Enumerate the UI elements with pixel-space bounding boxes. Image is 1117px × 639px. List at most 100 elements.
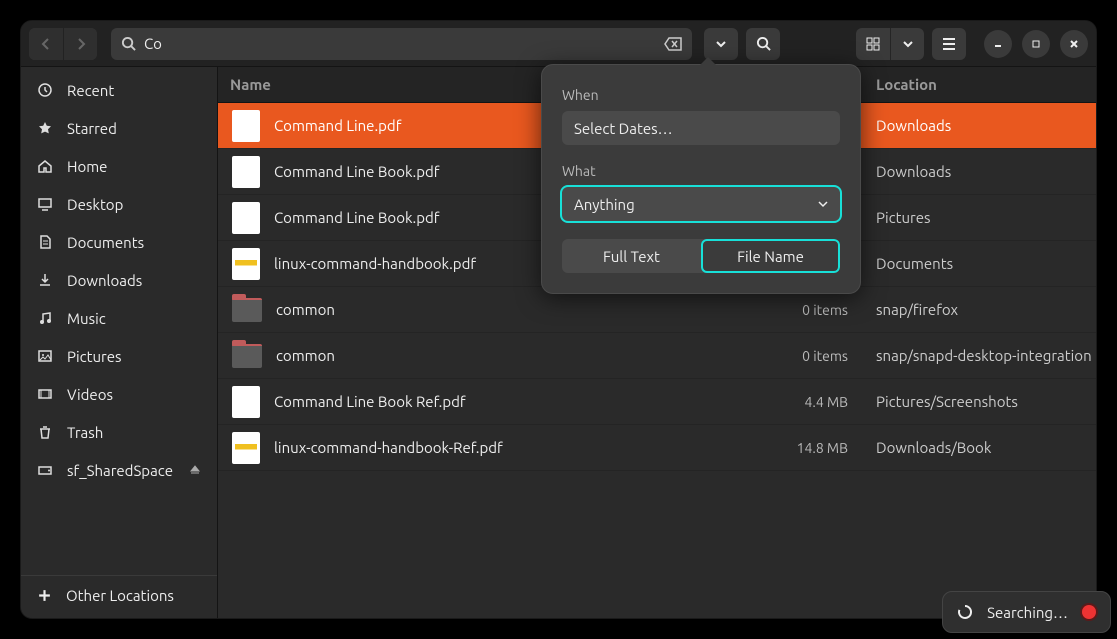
sidebar-item-label: Trash: [67, 424, 103, 441]
sidebar-item-documents[interactable]: Documents: [21, 223, 217, 261]
file-size: 4.4 MB: [782, 394, 864, 410]
when-value: Select Dates…: [574, 120, 673, 137]
sidebar-item-sf-sharedspace[interactable]: sf_SharedSpace: [21, 451, 217, 489]
file-location: Pictures/Screenshots: [864, 393, 1096, 410]
documents-icon: [37, 234, 53, 250]
file-row[interactable]: linux-command-handbook-Ref.pdf14.8 MBDow…: [218, 425, 1096, 471]
sidebar-item-trash[interactable]: Trash: [21, 413, 217, 451]
file-thumbnail: [232, 344, 262, 368]
minimize-button[interactable]: [984, 30, 1012, 58]
chevron-down-icon: [818, 199, 828, 209]
sidebar-item-label: Pictures: [67, 348, 122, 365]
file-location: snap/firefox: [864, 301, 1096, 318]
close-icon: [1069, 39, 1079, 49]
sidebar: Recent Starred Home Desktop Documents Downloa…: [21, 67, 218, 618]
hamburger-icon: [942, 38, 956, 50]
sidebar-item-label: Other Locations: [66, 587, 174, 604]
back-button[interactable]: [29, 28, 63, 60]
maximize-button[interactable]: [1022, 30, 1050, 58]
sidebar-item-videos[interactable]: Videos: [21, 375, 217, 413]
sidebar-item-pictures[interactable]: Pictures: [21, 337, 217, 375]
chevron-right-icon: [75, 38, 87, 50]
sidebar-item-downloads[interactable]: Downloads: [21, 261, 217, 299]
spinner-icon: [957, 604, 973, 620]
file-size: 0 items: [782, 302, 864, 318]
home-icon: [37, 158, 53, 174]
select-dates-dropdown[interactable]: Select Dates…: [562, 111, 840, 145]
file-row[interactable]: common0 itemssnap/snapd-desktop-integrat…: [218, 333, 1096, 379]
chevron-down-icon: [903, 39, 913, 49]
view-toggle: [856, 28, 924, 60]
desktop-icon: [37, 196, 53, 212]
pictures-icon: [37, 348, 53, 364]
sidebar-item-label: sf_SharedSpace: [67, 462, 173, 479]
trash-icon: [37, 424, 53, 440]
file-location: Downloads: [864, 117, 1096, 134]
view-chevron-button[interactable]: [890, 28, 924, 60]
file-location: Downloads: [864, 163, 1096, 180]
file-location: Downloads/Book: [864, 439, 1096, 456]
file-type-dropdown[interactable]: Anything: [562, 187, 840, 221]
downloads-icon: [37, 272, 53, 288]
sidebar-item-label: Documents: [67, 234, 144, 251]
file-thumbnail: [232, 432, 260, 464]
star-icon: [37, 120, 53, 136]
sidebar-item-desktop[interactable]: Desktop: [21, 185, 217, 223]
file-location: snap/snapd-desktop-integration: [864, 347, 1096, 364]
search-mode-segment: Full Text File Name: [562, 239, 840, 273]
record-indicator-icon[interactable]: [1082, 605, 1096, 619]
minimize-icon: [993, 39, 1003, 49]
music-icon: [37, 310, 53, 326]
search-input[interactable]: [144, 35, 656, 52]
drive-icon: [37, 462, 53, 478]
maximize-icon: [1031, 39, 1041, 49]
grid-icon: [866, 37, 880, 51]
column-header-location[interactable]: Location: [864, 76, 1096, 93]
search-toggle-button[interactable]: [746, 28, 780, 60]
search-box[interactable]: [111, 28, 692, 60]
sidebar-bottom: Other Locations: [21, 575, 217, 614]
sidebar-item-music[interactable]: Music: [21, 299, 217, 337]
sidebar-item-starred[interactable]: Starred: [21, 109, 217, 147]
file-name-button[interactable]: File Name: [701, 239, 840, 273]
file-thumbnail: [232, 202, 260, 234]
file-thumbnail: [232, 248, 260, 280]
file-thumbnail: [232, 110, 260, 142]
chevron-left-icon: [40, 38, 52, 50]
search-options-button[interactable]: [704, 28, 738, 60]
sidebar-item-label: Downloads: [67, 272, 142, 289]
icon-view-button[interactable]: [856, 28, 890, 60]
search-icon: [756, 36, 771, 51]
headerbar: [21, 21, 1096, 67]
sidebar-item-recent[interactable]: Recent: [21, 71, 217, 109]
file-size: 14.8 MB: [782, 440, 864, 456]
sidebar-item-label: Home: [67, 158, 107, 175]
file-location: Pictures: [864, 209, 1096, 226]
search-options-popover: When Select Dates… What Anything Full Te…: [541, 64, 861, 294]
file-row[interactable]: Command Line Book Ref.pdf4.4 MBPictures/…: [218, 379, 1096, 425]
forward-button[interactable]: [63, 28, 97, 60]
sidebar-item-label: Desktop: [67, 196, 123, 213]
close-button[interactable]: [1060, 30, 1088, 58]
videos-icon: [37, 386, 53, 402]
hamburger-menu-button[interactable]: [932, 28, 966, 60]
file-name: common: [276, 301, 782, 318]
sidebar-item-label: Starred: [67, 120, 117, 137]
file-thumbnail: [232, 156, 260, 188]
full-text-button[interactable]: Full Text: [562, 239, 701, 273]
plus-icon: [37, 588, 52, 603]
nav-buttons: [29, 28, 97, 60]
eject-icon[interactable]: [189, 464, 201, 476]
status-text: Searching…: [987, 604, 1068, 621]
file-name: Command Line Book Ref.pdf: [274, 393, 782, 410]
search-icon: [121, 36, 136, 51]
sidebar-item-label: Videos: [67, 386, 113, 403]
when-label: When: [562, 87, 840, 103]
sidebar-item-label: Recent: [67, 82, 114, 99]
status-pill: Searching…: [942, 591, 1111, 633]
file-size: 0 items: [782, 348, 864, 364]
sidebar-item-other-locations[interactable]: Other Locations: [21, 576, 217, 614]
clear-search-icon[interactable]: [664, 37, 682, 51]
window-controls: [984, 30, 1088, 58]
sidebar-item-home[interactable]: Home: [21, 147, 217, 185]
